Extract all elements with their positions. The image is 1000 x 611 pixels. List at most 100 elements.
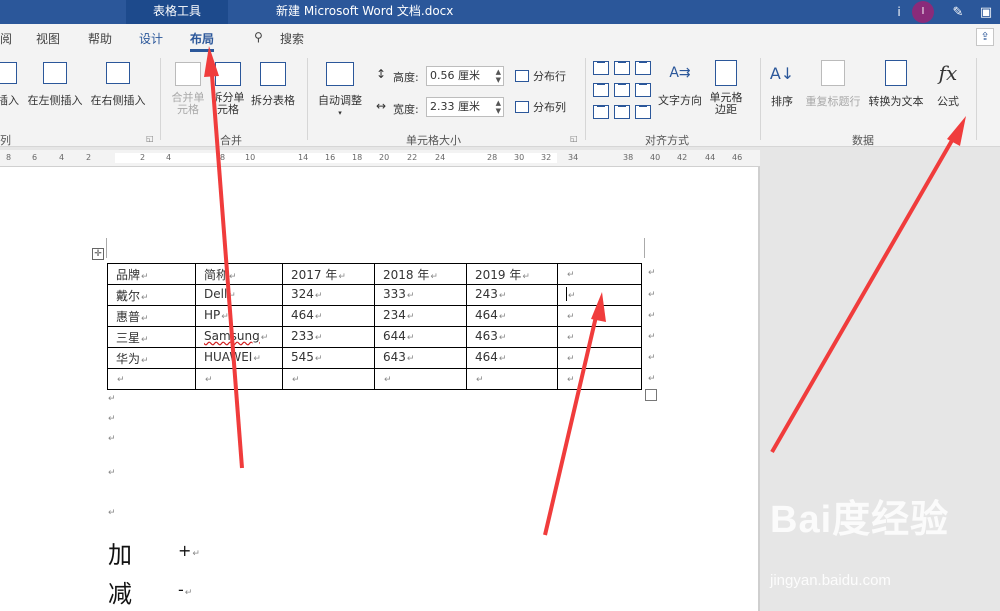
text-direction-icon: A⇉ [669,65,691,81]
table-cell[interactable]: ↵ [107,368,196,390]
tab-search[interactable]: 搜索 [280,30,304,47]
pen-icon[interactable]: ✎ [944,5,972,20]
table-cell[interactable]: 2019 年↵ [466,263,558,285]
dialog-launcher-icon[interactable]: ◱ [146,134,154,143]
table-cell[interactable]: ↵ [557,305,642,327]
sort-button[interactable]: A↓ 排序 [766,60,798,109]
split-table-label: 拆分表格 [251,94,295,107]
align-top-left-icon[interactable] [593,61,609,75]
autofit-button[interactable]: 自动调整 ▾ [314,62,366,117]
baidu-watermark-logo: Bai度经验 [770,499,950,541]
table-cell[interactable]: 463↵ [466,326,558,348]
table-cell[interactable]: 三星↵ [107,326,196,348]
group-divider [760,58,761,140]
table-cell[interactable]: 324↵ [282,284,375,306]
search-icon[interactable]: ⚲ [254,30,263,44]
avatar[interactable]: I [912,1,934,23]
ruler-tick-label: 18 [352,153,363,162]
table-cell[interactable]: ↵ [195,368,283,390]
convert-to-text-button[interactable]: 转换为文本 [866,60,926,109]
align-bottom-left-icon[interactable] [593,105,609,119]
sort-label: 排序 [771,95,793,108]
data-table[interactable]: 品牌↵ 简称↵ 2017 年↵ 2018 年↵ 2019 年↵ ↵ 戴尔↵ De… [107,263,642,390]
horizontal-ruler[interactable]: 8 6 4 2 2 4 8 10 14 16 18 20 22 24 28 30… [0,150,760,167]
chevron-down-icon[interactable]: ▾ [314,109,366,117]
table-cell[interactable]: 234↵ [374,305,467,327]
align-middle-left-icon[interactable] [593,83,609,97]
ruler-tick-label: 40 [650,153,661,162]
align-bottom-center-icon[interactable] [614,105,630,119]
tab-layout[interactable]: 布局 [190,30,215,52]
table-cell[interactable]: 2018 年↵ [374,263,467,285]
share-icon[interactable]: ⇪ [976,28,994,46]
table-cell[interactable]: 464↵ [466,347,558,369]
ribbon-display-icon[interactable]: ▣ [972,5,1000,20]
table-cell[interactable]: 简称↵ [195,263,283,285]
merge-cells-button[interactable]: 合并单元格 [168,62,208,116]
table-cell[interactable]: ↵ [282,368,375,390]
distribute-cols-button[interactable]: 分布列 [515,99,566,115]
ruler-tick-label: 16 [325,153,336,162]
table-cell[interactable]: ↵ [557,368,642,390]
split-cells-button[interactable]: 拆分单元格 [210,62,246,116]
ruler-tick-label: 2 [86,153,92,162]
table-cell[interactable]: 464↵ [282,305,375,327]
table-cell[interactable]: 戴尔↵ [107,284,196,306]
dialog-launcher-icon[interactable]: ◱ [570,134,578,143]
table-cell[interactable]: 惠普↵ [107,305,196,327]
tab-view[interactable]: 视图 [36,30,60,47]
table-cell[interactable]: 464↵ [466,305,558,327]
insert-left-button[interactable]: 在左侧插入 [26,62,84,108]
tab-help[interactable]: 帮助 [88,30,112,47]
table-cell[interactable]: 233↵ [282,326,375,348]
spin-arrows-icon[interactable]: ▲ ▼ [496,68,501,84]
table-cell[interactable]: 545↵ [282,347,375,369]
formula-button[interactable]: fx 公式 [932,58,964,109]
insert-above-button[interactable]: 插入 [0,62,22,108]
table-cell[interactable]: 2017 年↵ [282,263,375,285]
table-cell[interactable]: 644↵ [374,326,467,348]
table-row: 惠普↵ HP↵ 464↵ 234↵ 464↵ ↵ [107,305,642,327]
tab-review[interactable]: 阅 [0,30,12,47]
align-middle-right-icon[interactable] [635,83,651,97]
split-table-button[interactable]: 拆分表格 [248,62,298,108]
table-cell[interactable]: 643↵ [374,347,467,369]
ruler-tick-label: 20 [379,153,390,162]
align-bottom-right-icon[interactable] [635,105,651,119]
align-top-right-icon[interactable] [635,61,651,75]
table-cell[interactable]: 333↵ [374,284,467,306]
table-cell[interactable]: HUAWEI↵ [195,347,283,369]
table-cell[interactable]: Samsung↵ [195,326,283,348]
table-cell[interactable]: ↵ [466,368,558,390]
tab-design[interactable]: 设计 [139,30,163,47]
table-cell[interactable]: ↵ [374,368,467,390]
height-input[interactable]: 0.56 厘米 ▲ ▼ [426,66,504,86]
table-cell[interactable]: 华为↵ [107,347,196,369]
ruler-tick-label: 6 [32,153,38,162]
insert-right-button[interactable]: 在右侧插入 [88,62,148,108]
table-cell[interactable]: ↵ [557,326,642,348]
text-direction-button[interactable]: A⇉ 文字方向 [656,60,704,108]
page-shadow [758,167,760,611]
table-resize-handle[interactable] [645,389,657,401]
align-top-center-icon[interactable] [614,61,630,75]
table-cell[interactable]: 243↵ [466,284,558,306]
table-cell[interactable]: HP↵ [195,305,283,327]
distribute-rows-button[interactable]: 分布行 [515,68,566,84]
table-cell[interactable]: 品牌↵ [107,263,196,285]
cell-margins-button[interactable]: 单元格边距 [706,60,746,116]
table-cell[interactable]: ↵ [557,347,642,369]
info-icon[interactable]: i [890,5,908,19]
ruler-tick-label: 38 [623,153,634,162]
repeat-header-button[interactable]: 重复标题行 [802,60,864,109]
align-middle-center-icon[interactable] [614,83,630,97]
table-cell[interactable]: ↵ [557,263,642,285]
table-move-handle-icon[interactable]: ✛ [92,248,104,260]
title-bar: 表格工具 新建 Microsoft Word 文档.docx i I ✎ ▣ [0,0,1000,24]
context-tab-table-tools[interactable]: 表格工具 [126,0,228,24]
width-input[interactable]: 2.33 厘米 ▲ ▼ [426,97,504,117]
table-cell[interactable]: Dell↵ [195,284,283,306]
sort-icon: A↓ [769,64,795,83]
spin-arrows-icon[interactable]: ▲ ▼ [496,99,501,115]
table-cell-active[interactable]: ↵ [557,284,642,306]
